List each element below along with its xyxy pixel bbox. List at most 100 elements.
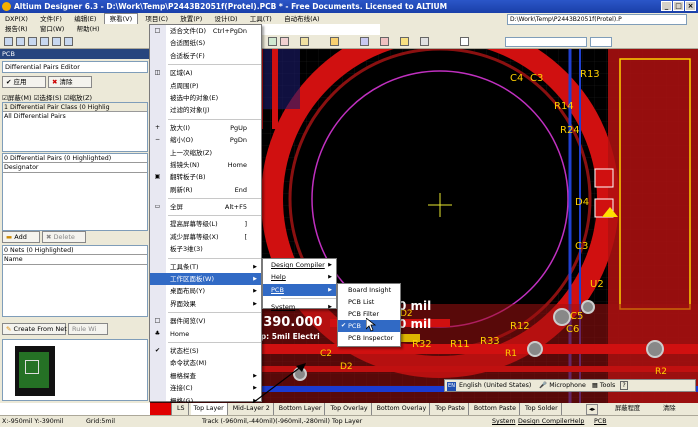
clear-button[interactable]: ✖ 清除 <box>48 76 92 88</box>
layer-tab-top-paste[interactable]: Top Paste <box>432 403 469 415</box>
workspace-submenu-item[interactable]: Help ▶ <box>263 271 336 283</box>
menu-autoroute[interactable]: 自动布线(A) <box>279 14 325 25</box>
menu-window[interactable]: 窗口(W) <box>35 24 70 35</box>
panel-tab-pcb[interactable]: PCB <box>594 416 607 427</box>
ref-r12[interactable]: R12 <box>510 321 530 332</box>
add-button[interactable]: ▬ Add <box>2 231 40 243</box>
interactive-route-icon[interactable] <box>360 37 369 46</box>
text-a-icon[interactable] <box>460 37 469 46</box>
ref-c6[interactable]: C6 <box>566 324 579 335</box>
view-menu-item[interactable]: 提高屏幕等级(L)] <box>150 218 261 230</box>
layer-tab-bottom-layer[interactable]: Bottom Layer <box>276 403 326 415</box>
document-path-field[interactable]: D:\Work\Temp\P2443B2051f(Protel).P <box>507 14 687 25</box>
place-pad-icon[interactable] <box>380 37 389 46</box>
pcb-submenu-item[interactable]: PCB List <box>338 296 400 308</box>
view-menu-item[interactable]: ▭ 全屏 Alt+F5 <box>150 201 261 213</box>
close-button[interactable]: × <box>685 1 696 11</box>
clear-mask-button[interactable]: 清除 <box>660 403 679 415</box>
print-icon[interactable] <box>40 37 49 46</box>
mask-level-button[interactable]: 屏蔽程度 <box>612 403 643 415</box>
view-menu-item[interactable]: ◫ 区域(A) <box>150 67 261 79</box>
ref-r13[interactable]: R13 <box>580 69 600 80</box>
view-menu-item[interactable]: 刷新(R) End <box>150 184 261 196</box>
delete-button[interactable]: ✖ Delete <box>42 231 86 243</box>
place-via-icon[interactable] <box>400 37 409 46</box>
language-label[interactable]: English (United States) <box>459 382 531 389</box>
view-menu-item[interactable]: 桌面布局(Y) ▶ <box>150 285 261 297</box>
layer-combo[interactable] <box>505 37 587 47</box>
layer-tab-bottom-overlay[interactable]: Bottom Overlay <box>374 403 431 415</box>
menu-report[interactable]: 报告(R) <box>0 24 33 35</box>
minimize-button[interactable]: _ <box>661 1 672 11</box>
workspace-submenu-item[interactable]: PCB ▶ <box>263 283 336 297</box>
panel-tab-design-compiler[interactable]: Design Compiler <box>518 416 570 427</box>
view-menu-item[interactable]: ♣ Home <box>150 328 261 340</box>
ref-r1[interactable]: R1 <box>505 349 517 359</box>
undo-icon[interactable] <box>300 37 309 46</box>
pcb-submenu-item[interactable]: PCB Inspector <box>338 332 400 344</box>
class-item[interactable]: All Differential Pairs <box>3 112 147 121</box>
ref-c2[interactable]: C2 <box>320 349 332 359</box>
ref-u2[interactable]: U2 <box>590 279 604 290</box>
microphone-label[interactable]: Microphone <box>549 382 586 389</box>
view-menu-item[interactable]: 工作区面板(W) ▶ <box>150 273 261 286</box>
ref-d4[interactable]: D4 <box>575 197 589 208</box>
view-menu-item[interactable]: − 缩小(O) PgDn <box>150 134 261 146</box>
workspace-submenu-item[interactable]: System ▶ <box>263 301 336 313</box>
layer-tab-bottom-paste[interactable]: Bottom Paste <box>471 403 520 415</box>
pcb-submenu-item[interactable]: Board Insight <box>338 284 400 296</box>
panel-mode-select[interactable]: Differential Pairs Editor <box>2 61 148 73</box>
maximize-button[interactable]: □ <box>673 1 684 11</box>
ref-c3b[interactable]: C3 <box>575 241 588 252</box>
rule-wizard-button[interactable]: Rule Wi <box>68 323 108 335</box>
nets-column-name[interactable]: Name <box>3 255 147 265</box>
open-icon[interactable] <box>16 37 25 46</box>
new-icon[interactable] <box>4 37 13 46</box>
view-menu-item[interactable]: 被选中的对象(E) <box>150 92 261 104</box>
highlight-icon[interactable] <box>330 37 339 46</box>
language-bar[interactable]: EN English (United States) 🎤 Microphone … <box>444 379 696 392</box>
copy-icon[interactable] <box>64 37 73 46</box>
board-preview[interactable] <box>2 339 148 401</box>
pairs-column-designator[interactable]: Designator <box>3 163 147 173</box>
save-icon[interactable] <box>28 37 37 46</box>
layer-tab-top-overlay[interactable]: Top Overlay <box>327 403 372 415</box>
view-menu-item[interactable]: 合适板子(F) <box>150 50 261 62</box>
place-string-icon[interactable] <box>420 37 429 46</box>
ref-r14[interactable]: R14 <box>554 101 574 112</box>
view-menu-item[interactable]: □ 适合文件(D) Ctrl+PgDn <box>150 25 261 37</box>
cross-icon[interactable] <box>280 37 289 46</box>
layer-nav-icon[interactable]: ◂▸ <box>586 404 599 415</box>
view-menu-item[interactable]: ✔ 状态栏(S) <box>150 345 261 357</box>
view-menu-item[interactable]: ▣ 翻转板子(B) <box>150 171 261 183</box>
view-menu-item[interactable]: + 放大(I) PgUp <box>150 122 261 134</box>
tools-icon[interactable]: ▦ <box>592 382 598 389</box>
layer-tab-mid-layer-2[interactable]: Mid-Layer 2 <box>230 403 274 415</box>
view-menu-item[interactable]: 减少屏幕等级(X) [ <box>150 231 261 243</box>
view-menu-item[interactable]: 合适图纸(S) <box>150 37 261 49</box>
ref-r24[interactable]: R24 <box>560 125 580 136</box>
route-icon[interactable] <box>268 37 277 46</box>
layer-tab-ls[interactable]: LS <box>174 403 189 415</box>
create-from-net-button[interactable]: ✎ Create From Net <box>2 323 67 335</box>
ref-c4[interactable]: C4 <box>510 73 523 84</box>
microphone-icon[interactable]: 🎤 <box>539 382 547 389</box>
view-menu-item[interactable]: 上一次缩放(Z) <box>150 147 261 159</box>
ref-c3a[interactable]: C3 <box>530 73 543 84</box>
help-icon[interactable]: ? <box>620 381 628 390</box>
panel-tab-help[interactable]: Help <box>570 416 584 427</box>
zoom-icon[interactable] <box>52 37 61 46</box>
view-menu-item[interactable]: 工具条(T) ▶ <box>150 261 261 273</box>
ref-r11[interactable]: R11 <box>450 339 470 350</box>
layer-tab-top-layer[interactable]: Top Layer <box>190 403 228 415</box>
ref-r33[interactable]: R33 <box>480 336 500 347</box>
view-menu-item[interactable]: 过滤的对象(J) <box>150 104 261 116</box>
apply-button[interactable]: ✔ 应用 <box>2 76 46 88</box>
ref-r32[interactable]: R32 <box>412 339 432 350</box>
view-menu-item[interactable]: 板子3维(3) <box>150 243 261 255</box>
view-menu-item[interactable]: 点周围(P) <box>150 80 261 92</box>
view-menu-item[interactable]: 摇镜头(N) Home <box>150 159 261 171</box>
layer-tab-top-solder[interactable]: Top Solder <box>522 403 562 415</box>
tools-label[interactable]: Tools <box>600 382 616 389</box>
panel-tab-system[interactable]: System <box>492 416 515 427</box>
